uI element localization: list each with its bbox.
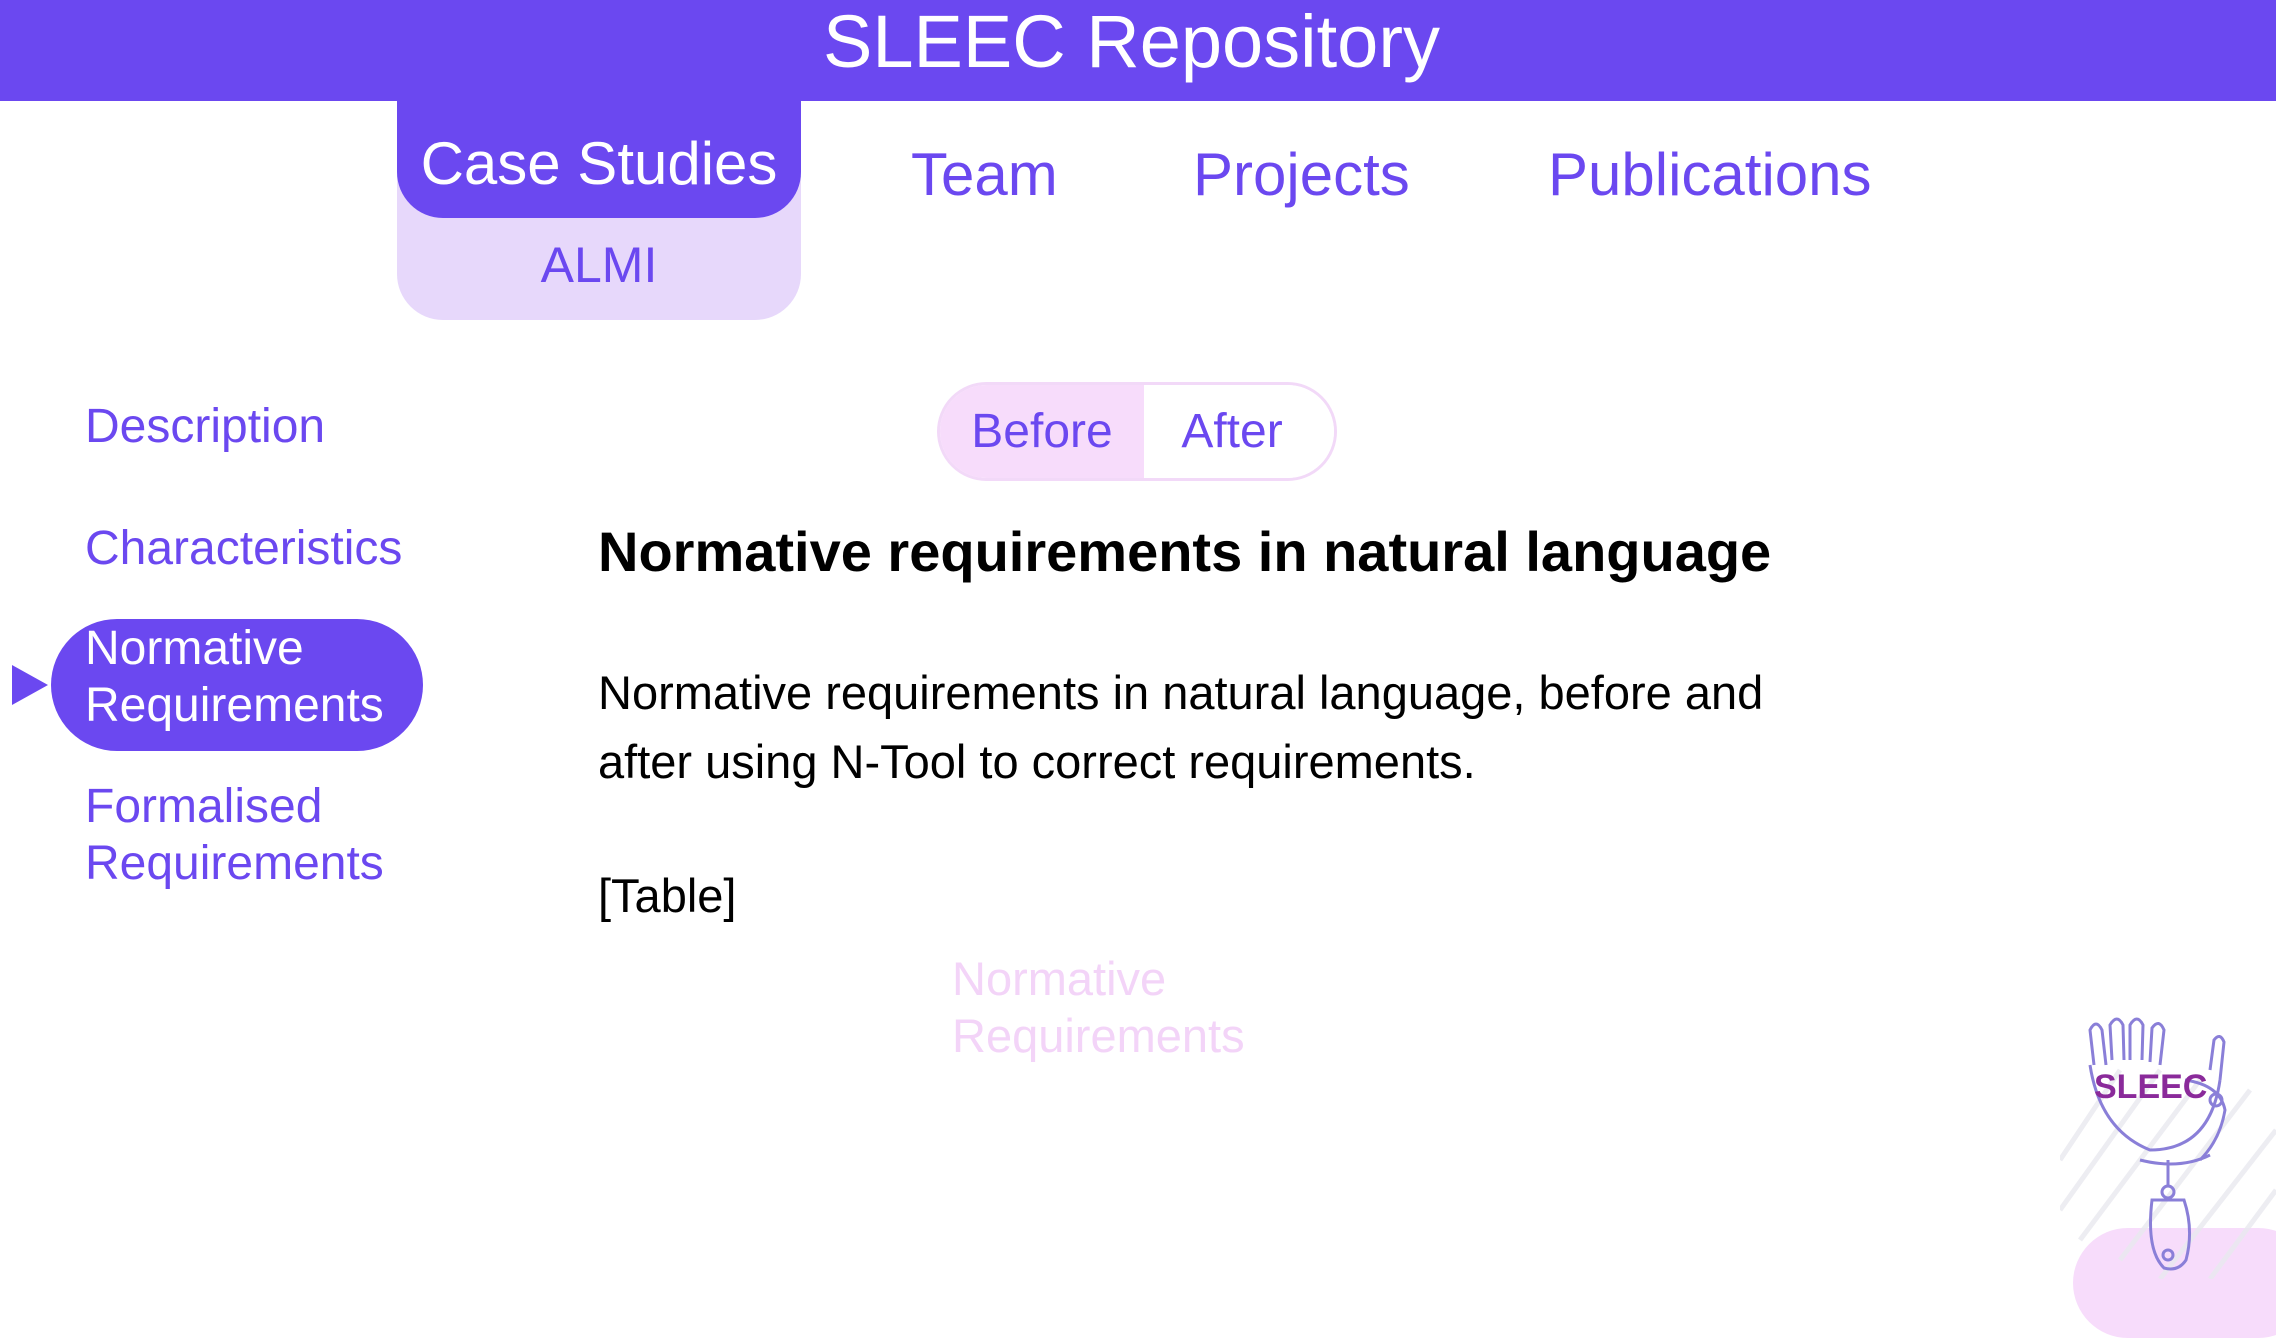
table-placeholder: [Table] <box>598 869 737 922</box>
before-after-toggle: Before After <box>937 382 1337 481</box>
section-title: Normative requirements in natural langua… <box>598 520 1772 583</box>
sidebar-item-formalised-requirements[interactable]: Formalised Requirements <box>85 778 384 892</box>
nav-projects[interactable]: Projects <box>1193 140 1410 210</box>
sidebar-item-normative-label: Normative Requirements <box>85 622 384 732</box>
sidebar-item-characteristics[interactable]: Characteristics <box>85 520 402 577</box>
site-header: SLEEC Repository <box>0 0 2276 101</box>
nav-team[interactable]: Team <box>911 140 1058 210</box>
toggle-before-button[interactable]: Before <box>940 385 1144 478</box>
site-title: SLEEC Repository <box>823 0 1440 83</box>
sleec-logo: SLEEC <box>2060 1010 2276 1279</box>
ghost-normative-requirements-label: Normative Requirements <box>952 952 1245 1062</box>
active-indicator-arrow-icon <box>12 665 48 705</box>
sidebar-item-description[interactable]: Description <box>85 398 325 455</box>
section-body: Normative requirements in natural langua… <box>598 666 1764 788</box>
nav-publications[interactable]: Publications <box>1548 140 1872 210</box>
nav-case-studies[interactable]: Case Studies <box>397 100 801 218</box>
nav-sub-almi[interactable]: ALMI <box>397 230 801 300</box>
robot-hand-icon: SLEEC <box>2060 1017 2276 1279</box>
toggle-after-button[interactable]: After <box>1144 385 1334 478</box>
logo-text: SLEEC <box>2094 1068 2207 1106</box>
